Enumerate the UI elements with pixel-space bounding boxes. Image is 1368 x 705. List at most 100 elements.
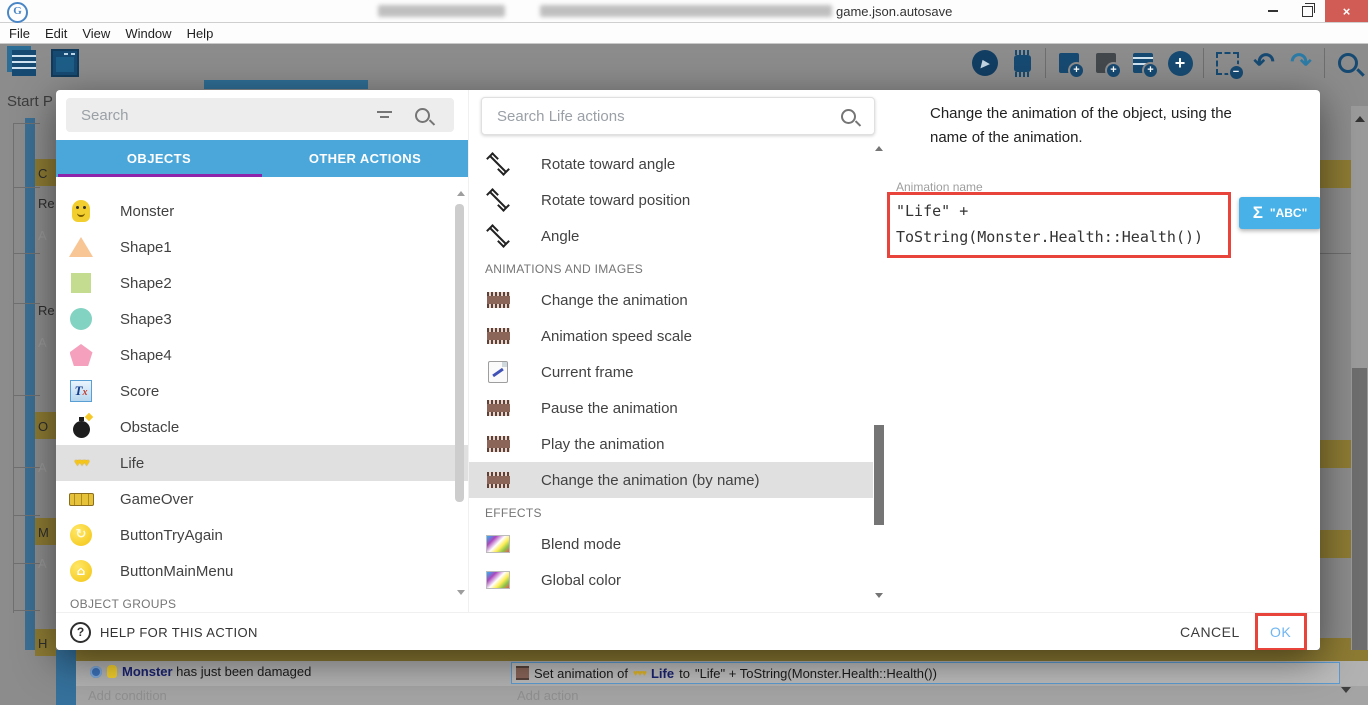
background-selected-event	[1320, 160, 1352, 188]
event-tree-guide	[13, 123, 14, 613]
add-event-icon[interactable]	[1055, 49, 1085, 79]
restore-button[interactable]	[1291, 0, 1323, 22]
toolbar-separator	[1045, 48, 1046, 78]
bomb-icon	[68, 414, 94, 440]
expression-button-label: "ABC"	[1269, 206, 1308, 220]
object-item-shape1[interactable]: Shape1	[56, 229, 468, 265]
background-event-text: A	[38, 460, 47, 475]
events-scrollbar-thumb[interactable]	[1352, 368, 1367, 678]
background-event-text: M	[38, 525, 49, 540]
object-item-life[interactable]: ♥♥♥ Life	[56, 445, 468, 481]
actions-panel: Search Life actions Rotate toward angle R…	[468, 90, 887, 612]
objects-scrollbar-thumb[interactable]	[455, 204, 464, 502]
object-label: Shape2	[120, 274, 172, 292]
selected-event-highlight	[56, 650, 1368, 661]
object-item-shape2[interactable]: Shape2	[56, 265, 468, 301]
actions-scrollbar-thumb[interactable]	[874, 425, 884, 525]
action-item-pause-the-animation[interactable]: Pause the animation	[469, 390, 873, 426]
search-actions-input[interactable]: Search Life actions	[481, 97, 875, 135]
scene-editor-icon[interactable]	[51, 49, 79, 77]
redo-icon[interactable]: ↷	[1287, 49, 1315, 77]
event-condition[interactable]: Monster has just been damaged	[90, 664, 311, 679]
minimize-button[interactable]	[1257, 0, 1289, 22]
action-item-angle[interactable]: Angle	[469, 218, 873, 254]
square-icon	[68, 270, 94, 296]
tab-objects[interactable]: OBJECTS	[56, 140, 262, 177]
monster-mini-icon	[107, 665, 117, 678]
action-label: Rotate toward angle	[541, 155, 676, 173]
scroll-down-arrow-icon[interactable]	[457, 590, 465, 595]
scroll-down-arrow-icon[interactable]	[875, 593, 883, 598]
filter-icon[interactable]	[377, 110, 393, 120]
menu-bar: File Edit View Window Help	[0, 23, 1368, 44]
search-icon[interactable]	[1334, 49, 1362, 77]
object-item-buttonmainmenu[interactable]: ⌂ ButtonMainMenu	[56, 553, 468, 589]
sigma-icon: Σ	[1252, 203, 1263, 222]
event-action-selected[interactable]: Set animation of ♥♥♥ Life to "Life" + To…	[511, 662, 1340, 684]
action-item-animation-speed-scale[interactable]: Animation speed scale	[469, 318, 873, 354]
action-item-current-frame[interactable]: Current frame	[469, 354, 873, 390]
action-item-global-color[interactable]: Global color	[469, 562, 873, 598]
scroll-up-arrow-icon[interactable]	[875, 146, 883, 151]
monster-icon	[68, 198, 94, 224]
menu-window[interactable]: Window	[125, 26, 171, 41]
action-item-rotate-toward-angle[interactable]: Rotate toward angle	[469, 146, 873, 182]
delete-event-icon[interactable]	[1213, 49, 1245, 81]
scroll-up-arrow-icon[interactable]	[1355, 116, 1365, 122]
object-item-monster[interactable]: Monster	[56, 193, 468, 229]
action-item-change-the-animation-by-name-[interactable]: Change the animation (by name)	[469, 462, 873, 498]
film-icon	[485, 395, 511, 421]
background-event-text: C	[38, 166, 48, 181]
annotation-highlight-field	[887, 192, 1231, 258]
rotate-icon	[485, 151, 511, 177]
tab-other-actions[interactable]: OTHER ACTIONS	[262, 140, 468, 177]
event-indent-bar	[25, 118, 35, 650]
triangle-icon	[68, 234, 94, 260]
add-circle-icon[interactable]: +	[1166, 49, 1194, 77]
action-label: Animation speed scale	[541, 327, 692, 345]
open-expression-editor-button[interactable]: Σ "ABC"	[1239, 197, 1320, 229]
help-button[interactable]: ? HELP FOR THIS ACTION	[70, 622, 258, 643]
object-label: Monster	[120, 202, 175, 220]
cancel-button[interactable]: CANCEL	[1180, 624, 1240, 640]
action-item-change-the-animation[interactable]: Change the animation	[469, 282, 873, 318]
event-add-row	[76, 686, 1368, 705]
action-label: Change the animation (by name)	[541, 471, 760, 489]
object-item-shape3[interactable]: Shape3	[56, 301, 468, 337]
title-redacted-segment	[378, 5, 505, 17]
add-subevent-icon[interactable]	[1092, 49, 1122, 79]
undo-icon[interactable]: ↶	[1250, 49, 1278, 77]
object-item-obstacle[interactable]: Obstacle	[56, 409, 468, 445]
background-event-text: Re	[38, 196, 55, 211]
action-description: Change the animation of the object, usin…	[930, 105, 1232, 146]
add-condition-link[interactable]: Add condition	[88, 688, 167, 703]
add-action-link[interactable]: Add action	[517, 688, 578, 703]
background-event-text: A	[38, 228, 47, 243]
play-icon[interactable]: ▶	[971, 49, 999, 77]
search-icon	[415, 107, 430, 123]
scroll-up-arrow-icon[interactable]	[457, 191, 465, 196]
action-item-play-the-animation[interactable]: Play the animation	[469, 426, 873, 462]
gameover-icon	[68, 486, 94, 512]
menu-help[interactable]: Help	[187, 26, 214, 41]
search-input[interactable]: Search	[66, 98, 454, 132]
add-comment-icon[interactable]	[1129, 49, 1159, 79]
action-label: Rotate toward position	[541, 191, 691, 209]
menu-view[interactable]: View	[82, 26, 110, 41]
gdevelop-logo-icon: G	[7, 2, 28, 23]
debug-icon[interactable]	[1008, 49, 1036, 77]
actions-list: Rotate toward angle Rotate toward positio…	[469, 140, 887, 612]
search-actions-placeholder: Search Life actions	[497, 107, 625, 125]
close-button[interactable]: ×	[1325, 0, 1368, 22]
object-item-gameover[interactable]: GameOver	[56, 481, 468, 517]
action-item-blend-mode[interactable]: Blend mode	[469, 526, 873, 562]
object-item-shape4[interactable]: Shape4	[56, 337, 468, 373]
action-item-rotate-toward-position[interactable]: Rotate toward position	[469, 182, 873, 218]
menu-edit[interactable]: Edit	[45, 26, 67, 41]
scroll-down-arrow-icon[interactable]	[1341, 687, 1351, 693]
menu-file[interactable]: File	[9, 26, 30, 41]
scenes-list-icon[interactable]	[10, 49, 38, 77]
object-item-score[interactable]: Score	[56, 373, 468, 409]
action-label: Change the animation	[541, 291, 688, 309]
object-item-buttontryagain[interactable]: ↻ ButtonTryAgain	[56, 517, 468, 553]
